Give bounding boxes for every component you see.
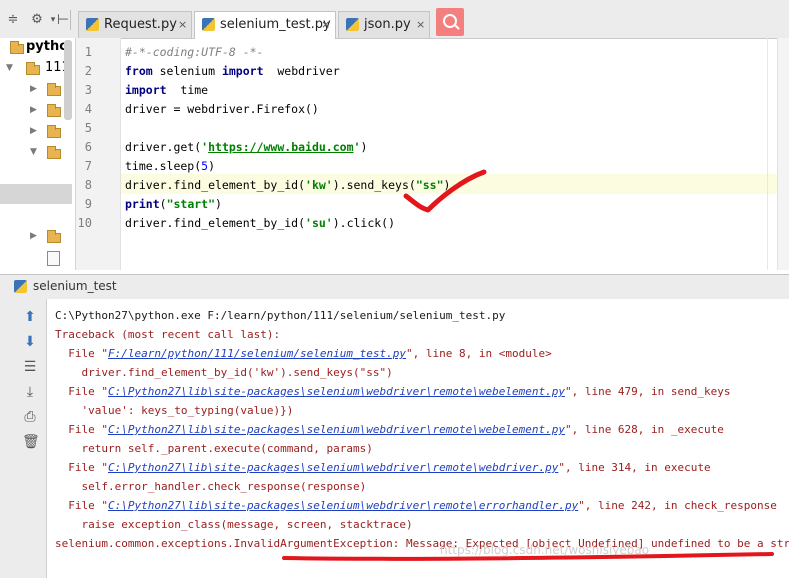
collapsed-arrow-icon[interactable]: ▶ bbox=[30, 105, 37, 115]
code-line-6[interactable]: driver.get('https://www.baidu.com') bbox=[125, 140, 367, 154]
tree-item-file[interactable] bbox=[0, 248, 70, 268]
collapsed-arrow-icon[interactable]: ▶ bbox=[30, 126, 37, 136]
expanded-arrow-icon[interactable]: ▼ bbox=[30, 147, 37, 157]
traceback-file-link[interactable]: C:\Python27\lib\site-packages\selenium\w… bbox=[108, 385, 565, 398]
code-line-2[interactable]: from selenium import webdriver bbox=[125, 64, 340, 78]
console-code-line: raise exception_class(message, screen, s… bbox=[55, 518, 413, 531]
line-number: 9 bbox=[84, 197, 92, 211]
expanded-arrow-icon[interactable]: ▼ bbox=[6, 63, 13, 73]
collapsed-arrow-icon[interactable]: ▶ bbox=[30, 231, 37, 241]
line-number: 3 bbox=[84, 83, 92, 97]
code-line-10[interactable]: driver.find_element_by_id('su').click() bbox=[125, 216, 395, 230]
run-panel-title: selenium_test bbox=[33, 279, 117, 293]
python-run-icon bbox=[14, 280, 27, 293]
tab-divider bbox=[70, 10, 71, 30]
arrow-up-icon[interactable]: ⬆ bbox=[22, 309, 38, 325]
tree-item-root[interactable]: pytho bbox=[0, 38, 70, 58]
code-line-1[interactable]: #-*-coding:UTF-8 -*- bbox=[125, 45, 263, 59]
python-file-icon bbox=[346, 18, 359, 31]
soft-wrap-icon[interactable]: ☰ bbox=[22, 359, 38, 375]
traceback-file-link[interactable]: C:\Python27\lib\site-packages\selenium\w… bbox=[108, 461, 558, 474]
console-command-line: C:\Python27\python.exe F:/learn/python/1… bbox=[55, 309, 506, 322]
close-icon[interactable]: × bbox=[178, 18, 187, 31]
tab-selenium-test-py[interactable]: selenium_test.py × bbox=[194, 11, 336, 39]
folder-icon bbox=[47, 125, 61, 138]
line-number-gutter: 1 2 3 4 5 6 7 8 9 10 bbox=[76, 38, 121, 270]
folder-icon bbox=[47, 83, 61, 96]
console-code-line: self.error_handler.check_response(respon… bbox=[55, 480, 367, 493]
arrow-down-icon[interactable]: ⬇ bbox=[22, 334, 38, 350]
python-file-icon bbox=[202, 18, 215, 31]
folder-icon bbox=[10, 41, 24, 54]
close-icon[interactable]: × bbox=[416, 18, 425, 31]
tab-json-py[interactable]: json.py × bbox=[338, 11, 430, 38]
tree-item-folder[interactable]: ▶ bbox=[0, 227, 70, 247]
tree-item-folder[interactable]: ▶ bbox=[0, 101, 70, 121]
traceback-file-link[interactable]: C:\Python27\lib\site-packages\selenium\w… bbox=[108, 423, 565, 436]
hide-panel-icon[interactable]: ⊢ bbox=[56, 13, 70, 27]
line-number: 6 bbox=[84, 140, 92, 154]
console-frame-line: File "F:/learn/python/111/selenium/selen… bbox=[55, 347, 552, 360]
tree-item-folder[interactable]: ▶ bbox=[0, 122, 70, 142]
line-number: 4 bbox=[84, 102, 92, 116]
code-line-3[interactable]: import time bbox=[125, 83, 208, 97]
code-line-7[interactable]: time.sleep(5) bbox=[125, 159, 215, 173]
code-line-4[interactable]: driver = webdriver.Firefox() bbox=[125, 102, 319, 116]
line-number: 10 bbox=[77, 216, 92, 230]
scroll-to-end-icon[interactable]: ⤓ bbox=[22, 384, 38, 400]
folder-icon bbox=[47, 230, 61, 243]
tree-item-folder[interactable]: ▼ bbox=[0, 143, 70, 163]
editor-scrollbar[interactable] bbox=[777, 38, 789, 270]
red-underline-annotation bbox=[282, 552, 774, 561]
gear-icon[interactable]: ⚙ bbox=[30, 13, 44, 27]
tree-item-111[interactable]: ▼ 111 bbox=[0, 59, 70, 79]
console-code-line: 'value': keys_to_typing(value)}) bbox=[55, 404, 294, 417]
collapsed-arrow-icon[interactable]: ▶ bbox=[30, 84, 37, 94]
line-number: 1 bbox=[84, 45, 92, 59]
console-frame-line: File "C:\Python27\lib\site-packages\sele… bbox=[55, 423, 724, 436]
run-toolbar: ⬆ ⬇ ☰ ⤓ ⎙ 🗑 bbox=[0, 299, 47, 578]
print-icon[interactable]: ⎙ bbox=[22, 409, 38, 425]
console-code-line: return self._parent.execute(command, par… bbox=[55, 442, 373, 455]
line-number: 8 bbox=[84, 178, 92, 192]
run-panel-header: selenium_test bbox=[0, 274, 789, 300]
console-code-line: driver.find_element_by_id('kw').send_key… bbox=[55, 366, 393, 379]
traceback-file-link[interactable]: C:\Python27\lib\site-packages\selenium\w… bbox=[108, 499, 578, 512]
console-frame-line: File "C:\Python27\lib\site-packages\sele… bbox=[55, 385, 731, 398]
python-file-icon bbox=[86, 18, 99, 31]
file-icon bbox=[47, 251, 60, 266]
line-number: 7 bbox=[84, 159, 92, 173]
console-frame-line: File "C:\Python27\lib\site-packages\sele… bbox=[55, 461, 711, 474]
traceback-file-link[interactable]: F:/learn/python/111/selenium/selenium_te… bbox=[108, 347, 406, 360]
red-checkmark-annotation bbox=[403, 169, 487, 213]
collapse-icon[interactable]: ≑ bbox=[6, 13, 20, 27]
line-number: 2 bbox=[84, 64, 92, 78]
project-tree: pytho ▼ 111 ▶ ▶ ▶ ▼ ▶ bbox=[0, 38, 76, 270]
line-number: 5 bbox=[84, 121, 92, 135]
right-margin-guide bbox=[767, 38, 768, 270]
tree-item-folder[interactable]: ▶ bbox=[0, 80, 70, 100]
search-button[interactable] bbox=[436, 8, 464, 36]
folder-icon bbox=[26, 62, 40, 75]
folder-icon bbox=[47, 104, 61, 117]
tree-scrollbar[interactable] bbox=[64, 40, 72, 120]
trash-icon[interactable]: 🗑 bbox=[22, 434, 40, 450]
folder-icon bbox=[47, 146, 61, 159]
editor-tab-bar: ≑ ⚙ ▾ ⊢ Request.py × selenium_test.py × … bbox=[0, 0, 789, 39]
code-line-9[interactable]: print("start") bbox=[125, 197, 222, 211]
console-traceback-line: Traceback (most recent call last): bbox=[55, 328, 281, 341]
console-frame-line: File "C:\Python27\lib\site-packages\sele… bbox=[55, 499, 777, 512]
close-icon[interactable]: × bbox=[321, 18, 330, 31]
tree-selected-row[interactable] bbox=[0, 184, 72, 204]
tab-request-py[interactable]: Request.py × bbox=[78, 11, 192, 38]
